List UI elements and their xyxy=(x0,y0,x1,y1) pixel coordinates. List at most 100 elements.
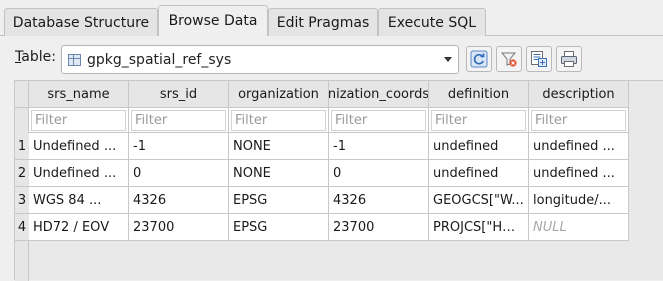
cell-value: Undefined ... xyxy=(33,165,117,181)
save-filter-button[interactable] xyxy=(526,46,552,72)
table-label-text: able: xyxy=(21,49,56,65)
cell-value: 0 xyxy=(133,165,142,181)
cell-value: undefined ... xyxy=(533,165,615,181)
table-cell[interactable]: NONE xyxy=(229,160,329,187)
table-cell[interactable]: undefined ... xyxy=(529,133,629,160)
filter-cell xyxy=(429,108,529,133)
table-icon xyxy=(68,53,81,66)
table-cell[interactable]: undefined xyxy=(429,160,529,187)
column-header-srs-name[interactable]: srs_name xyxy=(29,81,129,108)
table-cell[interactable]: -1 xyxy=(129,133,229,160)
column-header-srs-id[interactable]: srs_id xyxy=(129,81,229,108)
tab-execute-sql[interactable]: Execute SQL xyxy=(378,8,486,36)
row-header[interactable]: 4 xyxy=(15,214,29,241)
row-number: 3 xyxy=(17,192,27,208)
table-cell[interactable]: undefined xyxy=(429,133,529,160)
refresh-icon xyxy=(470,50,488,68)
table-cell[interactable]: EPSG xyxy=(229,214,329,241)
cell-value: 23700 xyxy=(333,219,375,235)
table-cell[interactable]: 4326 xyxy=(129,187,229,214)
column-header-organization[interactable]: organization xyxy=(229,81,329,108)
refresh-button[interactable] xyxy=(466,46,492,72)
table-cell-null[interactable]: NULL xyxy=(529,214,629,241)
table-cell[interactable]: GEOGCS["W... xyxy=(429,187,529,214)
cell-value: PROJCS["HD... xyxy=(433,219,525,235)
table-cell[interactable]: longitude/... xyxy=(529,187,629,214)
column-header-label: srs_id xyxy=(159,86,198,102)
table-select-value: gpkg_spatial_ref_sys xyxy=(87,51,232,68)
row-number: 1 xyxy=(17,138,27,154)
tab-label: Browse Data xyxy=(168,13,258,29)
cell-value: EPSG xyxy=(233,219,268,235)
clear-filters-button[interactable] xyxy=(496,46,522,72)
table-cell[interactable]: undefined ... xyxy=(529,160,629,187)
tab-browse-data[interactable]: Browse Data xyxy=(158,5,268,37)
print-icon xyxy=(561,51,577,67)
filter-input-organization-coordsys-id[interactable] xyxy=(331,110,426,131)
table-cell[interactable]: HD72 / EOV xyxy=(29,214,129,241)
filter-cell xyxy=(229,108,329,133)
table-cell[interactable]: Undefined ... xyxy=(29,133,129,160)
row-header[interactable]: 1 xyxy=(15,133,29,160)
column-header-label: nization_coords xyxy=(329,86,429,102)
cell-value: 4326 xyxy=(133,192,167,208)
filter-input-organization[interactable] xyxy=(231,110,326,131)
filter-cell xyxy=(29,108,129,133)
tab-edit-pragmas[interactable]: Edit Pragmas xyxy=(268,8,378,36)
cell-value: 23700 xyxy=(133,219,175,235)
cell-value: NONE xyxy=(233,165,271,181)
table-cell[interactable]: 23700 xyxy=(129,214,229,241)
filter-input-description[interactable] xyxy=(531,110,626,131)
row-number: 4 xyxy=(17,219,27,235)
cell-value: undefined xyxy=(433,138,499,154)
cell-value: WGS 84 ... xyxy=(33,192,102,208)
tab-database-structure[interactable]: Database Structure xyxy=(4,8,158,36)
filter-cell xyxy=(529,108,629,133)
filter-input-srs-name[interactable] xyxy=(31,110,126,131)
cell-value: NONE xyxy=(233,138,271,154)
cell-value: longitude/... xyxy=(533,192,612,208)
data-grid: srs_name srs_id organization nization_co… xyxy=(14,80,663,281)
filter-input-srs-id[interactable] xyxy=(131,110,226,131)
print-button[interactable] xyxy=(556,46,582,72)
column-header-label: organization xyxy=(238,86,319,102)
column-header-label: description xyxy=(542,86,615,102)
table-cell[interactable]: EPSG xyxy=(229,187,329,214)
column-header-organization-coordsys-id[interactable]: nization_coords xyxy=(329,81,429,108)
table-cell[interactable]: WGS 84 ... xyxy=(29,187,129,214)
tab-label: Edit Pragmas xyxy=(276,14,370,31)
table-label: Table: xyxy=(15,49,56,65)
save-filter-icon xyxy=(531,51,547,67)
cell-value: undefined xyxy=(433,165,499,181)
table-cell[interactable]: Undefined ... xyxy=(29,160,129,187)
row-header[interactable]: 2 xyxy=(15,160,29,187)
cell-value: 0 xyxy=(333,165,342,181)
filter-cell xyxy=(329,108,429,133)
row-header[interactable]: 3 xyxy=(15,187,29,214)
grid-corner[interactable] xyxy=(15,81,29,108)
cell-value: undefined ... xyxy=(533,138,615,154)
filter-input-definition[interactable] xyxy=(431,110,526,131)
cell-value: Undefined ... xyxy=(33,138,117,154)
table-cell[interactable]: PROJCS["HD... xyxy=(429,214,529,241)
tab-bar: Database Structure Browse Data Edit Prag… xyxy=(0,0,663,37)
column-header-label: definition xyxy=(447,86,510,102)
column-header-definition[interactable]: definition xyxy=(429,81,529,108)
table-cell[interactable]: 23700 xyxy=(329,214,429,241)
table-cell[interactable]: 0 xyxy=(129,160,229,187)
row-number: 2 xyxy=(17,165,27,181)
tab-label: Database Structure xyxy=(12,14,150,31)
column-header-label: srs_name xyxy=(47,86,110,102)
table-cell[interactable]: 4326 xyxy=(329,187,429,214)
table-cell[interactable]: NONE xyxy=(229,133,329,160)
cell-value: GEOGCS["W... xyxy=(433,192,524,208)
filter-cell xyxy=(129,108,229,133)
table-cell[interactable]: 0 xyxy=(329,160,429,187)
cell-value: NULL xyxy=(533,219,567,235)
cell-value: -1 xyxy=(133,138,146,154)
column-header-description[interactable]: description xyxy=(529,81,629,108)
table-select[interactable]: gpkg_spatial_ref_sys xyxy=(61,45,459,74)
cell-value: -1 xyxy=(333,138,346,154)
table-cell[interactable]: -1 xyxy=(329,133,429,160)
chevron-down-icon xyxy=(444,57,452,62)
